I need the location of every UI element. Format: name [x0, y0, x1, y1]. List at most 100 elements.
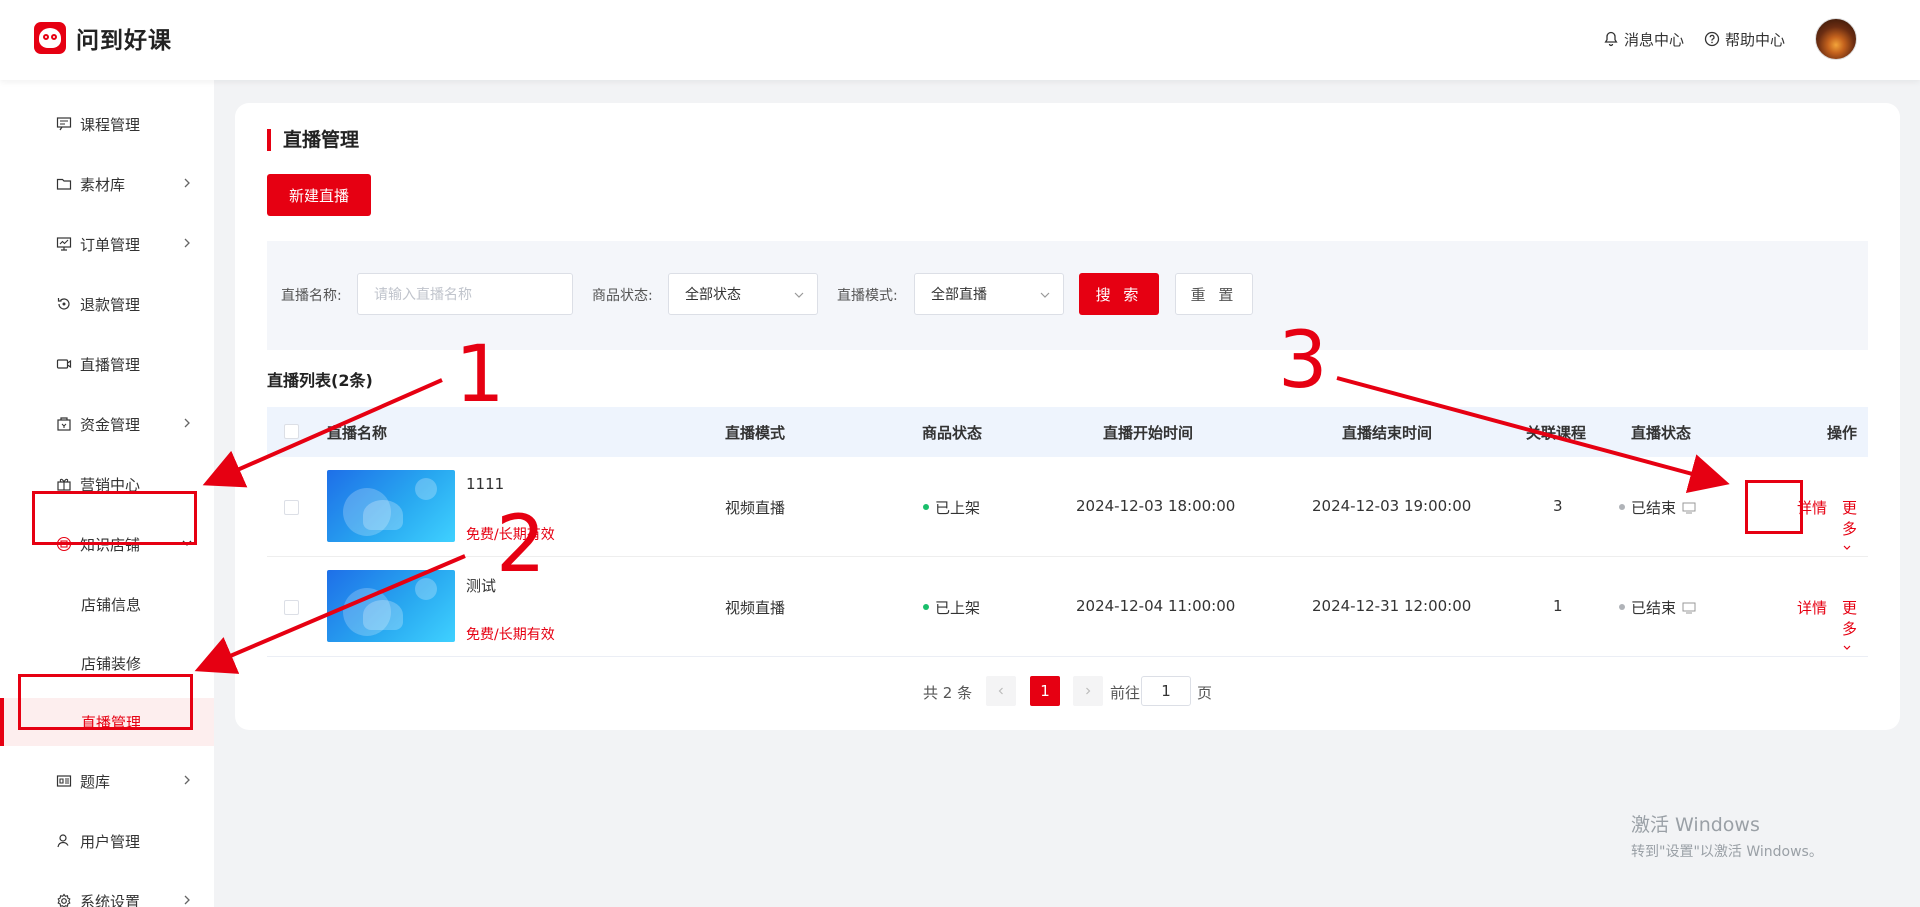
- status-dot: [923, 603, 929, 610]
- end-time: 2024-12-03 19:00:00: [1312, 497, 1472, 515]
- row-checkbox[interactable]: [284, 500, 299, 515]
- column-header: 操作: [1827, 424, 1858, 442]
- more-dropdown[interactable]: 更多: [1842, 497, 1868, 557]
- monitor-icon: [56, 236, 72, 252]
- submenu-item-shop-decoration[interactable]: 店铺装修: [0, 639, 214, 687]
- status-dot: [1619, 603, 1625, 610]
- windows-activation-watermark: 激活 Windows 转到"设置"以激活 Windows。: [1631, 810, 1823, 861]
- annotation-number-1: 1: [455, 330, 505, 420]
- brand-logo[interactable]: 问到好课: [34, 21, 172, 55]
- more-dropdown[interactable]: 更多: [1842, 597, 1868, 657]
- live-mode: 视频直播: [725, 499, 786, 517]
- help-center-link[interactable]: 帮助中心: [1704, 29, 1785, 50]
- live-cover-image[interactable]: [327, 570, 455, 642]
- prev-page-button[interactable]: [986, 676, 1016, 706]
- sidebar-item-live[interactable]: 直播管理: [0, 340, 214, 388]
- linked-courses-count: 3: [1553, 497, 1563, 515]
- end-time: 2024-12-31 12:00:00: [1312, 597, 1472, 615]
- goto-page-input[interactable]: 1: [1141, 676, 1191, 706]
- reset-button[interactable]: 重 置: [1175, 273, 1253, 315]
- detail-link[interactable]: 详情: [1797, 497, 1827, 518]
- more-label: 更多: [1842, 599, 1858, 638]
- goods-status-text: 已上架: [935, 599, 981, 617]
- start-time: 2024-12-03 18:00:00: [1076, 497, 1236, 515]
- top-header: 问到好课 消息中心 帮助中心: [0, 0, 1920, 80]
- sidebar-item-label: 题库: [80, 772, 111, 791]
- live-mode-select[interactable]: 全部直播: [914, 273, 1064, 315]
- select-all-checkbox[interactable]: [284, 424, 299, 439]
- sidebar-item-settings[interactable]: 系统设置: [0, 877, 214, 907]
- sidebar-item-knowledge-shop[interactable]: 知识店铺: [0, 520, 214, 568]
- pagination: 共 2 条 1 前往 1 页: [235, 676, 1900, 706]
- column-header: 直播状态: [1631, 424, 1692, 442]
- chevron-left-icon: [998, 687, 1003, 695]
- live-mode-label: 直播模式:: [837, 288, 898, 304]
- search-button[interactable]: 搜 索: [1079, 273, 1159, 315]
- next-page-button[interactable]: [1073, 676, 1103, 706]
- linked-courses-count: 1: [1553, 597, 1563, 615]
- sidebar-item-label: 用户管理: [80, 832, 141, 851]
- column-header: 直播结束时间: [1342, 424, 1433, 442]
- annotation-number-2: 2: [496, 500, 546, 590]
- goods-status-select[interactable]: 全部状态: [668, 273, 818, 315]
- column-header: 关联课程: [1526, 424, 1587, 442]
- logo-icon: [34, 22, 66, 54]
- message-center-link[interactable]: 消息中心: [1603, 29, 1684, 50]
- sidebar-item-users[interactable]: 用户管理: [0, 817, 214, 865]
- user-avatar[interactable]: [1815, 18, 1857, 60]
- live-name[interactable]: 1111: [466, 475, 504, 493]
- sidebar-item-label: 课程管理: [80, 115, 141, 134]
- sidebar-item-funds[interactable]: 资金管理: [0, 400, 214, 448]
- status-dot: [1619, 503, 1625, 510]
- more-label: 更多: [1842, 499, 1858, 538]
- chevron-right-icon: [184, 238, 190, 248]
- page-number-button[interactable]: 1: [1030, 676, 1060, 706]
- column-header: 直播开始时间: [1103, 424, 1194, 442]
- pagination-total: 共 2 条: [923, 684, 973, 702]
- sidebar-item-label: 退款管理: [80, 295, 141, 314]
- watermark-title: 激活 Windows: [1631, 814, 1760, 836]
- sidebar-item-marketing[interactable]: 营销中心: [0, 460, 214, 508]
- sidebar-item-label: 系统设置: [80, 892, 141, 907]
- row-checkbox[interactable]: [284, 600, 299, 615]
- chat-icon: [56, 116, 72, 132]
- column-header: 直播名称: [327, 424, 388, 442]
- live-name[interactable]: 测试: [466, 575, 496, 596]
- user-icon: [56, 833, 72, 849]
- chevron-right-icon: [184, 178, 190, 188]
- bell-icon: [1604, 31, 1618, 47]
- sidebar: 课程管理 素材库 订单管理 退款管理 直播管理 资金管理 营销中心 知识店铺 店…: [0, 80, 214, 907]
- sidebar-item-courses[interactable]: 课程管理: [0, 100, 214, 148]
- chevron-right-icon: [184, 418, 190, 428]
- goods-status: 已上架: [923, 497, 980, 518]
- submenu-item-shop-info[interactable]: 店铺信息: [0, 580, 214, 628]
- sidebar-item-label: 订单管理: [80, 235, 141, 254]
- sidebar-item-materials[interactable]: 素材库: [0, 160, 214, 208]
- live-status-text: 已结束: [1631, 599, 1677, 617]
- sidebar-item-question-bank[interactable]: 题库: [0, 757, 214, 805]
- gift-icon: [56, 476, 72, 492]
- live-name-label: 直播名称:: [281, 288, 342, 304]
- sidebar-item-refunds[interactable]: 退款管理: [0, 280, 214, 328]
- submenu-item-label: 店铺装修: [81, 654, 142, 673]
- live-cover-image[interactable]: [327, 470, 455, 542]
- detail-link[interactable]: 详情: [1797, 597, 1827, 618]
- folder-icon: [56, 176, 72, 192]
- page-suffix: 页: [1197, 684, 1213, 702]
- submenu-item-live-management[interactable]: 直播管理: [0, 698, 214, 746]
- new-live-button[interactable]: 新建直播: [267, 174, 371, 216]
- chevron-down-icon: [1843, 645, 1851, 650]
- table-header: 直播名称 直播模式 商品状态 直播开始时间 直播结束时间 关联课程 直播状态 操…: [267, 407, 1868, 457]
- wallet-icon: [56, 416, 72, 432]
- chevron-right-icon: [184, 775, 190, 785]
- sidebar-item-label: 营销中心: [80, 475, 141, 494]
- chevron-right-icon: [184, 895, 190, 905]
- live-mode-value: 全部直播: [931, 287, 987, 303]
- goods-status-text: 已上架: [935, 499, 981, 517]
- goods-status-value: 全部状态: [685, 287, 741, 303]
- chevron-right-icon: [1086, 687, 1091, 695]
- live-name-input[interactable]: 请输入直播名称: [357, 273, 573, 315]
- status-dot: [923, 503, 929, 510]
- sidebar-item-orders[interactable]: 订单管理: [0, 220, 214, 268]
- list-title: 直播列表(2条): [267, 371, 373, 390]
